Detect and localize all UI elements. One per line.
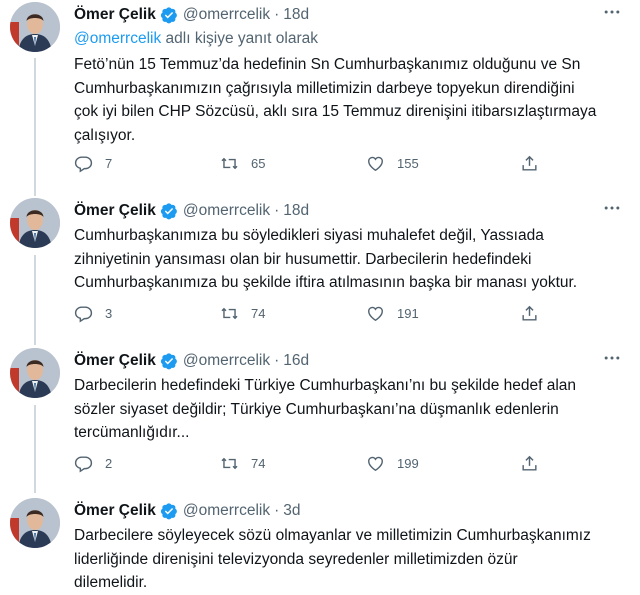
retweet-count: 74 [251,455,266,471]
separator-dot: · [274,352,280,369]
reply-button[interactable]: 7 [74,154,112,173]
author-name[interactable]: Ömer Çelik [74,352,156,370]
tweet-text-line: liderliğinde direnişini televizyonda sey… [74,550,518,568]
retweet-count: 74 [251,305,266,321]
reply-mention-link[interactable]: @omerrcelik [74,30,161,47]
tweet[interactable]: Ömer Çelik @omerrcelik · 16d Darbecileri… [0,346,640,494]
tweet-actions: 2 74 199 [74,452,574,474]
verified-badge-icon [160,353,177,370]
retweet-button[interactable]: 74 [220,304,265,323]
like-count: 199 [397,455,419,471]
tweet-text: Darbecilere söyleyecek sözü olmayanlar v… [74,524,622,595]
like-icon [368,306,383,321]
like-count: 191 [397,305,419,321]
share-icon [522,455,537,471]
retweet-button[interactable]: 65 [220,154,265,173]
separator-dot: · [274,502,280,519]
tweet-text-line: çalışıyor. [74,126,136,144]
share-icon [522,155,537,171]
retweet-button[interactable]: 74 [220,454,265,473]
retweet-icon [221,457,238,469]
share-button[interactable] [520,454,539,473]
author-handle[interactable]: @omerrcelik [183,202,270,220]
verified-badge-icon [160,203,177,220]
reply-icon [74,455,93,472]
tweet-text-line: sözler siyaset değildir; Türkiye Cumhurb… [74,400,559,418]
like-button[interactable]: 199 [366,454,419,473]
like-button[interactable]: 155 [366,154,419,173]
tweet-text-line: Darbecilerin hedefindeki Türkiye Cumhurb… [74,377,577,394]
tweet-text: Cumhurbaşkanımıza bu söyledikleri siyasi… [74,224,622,295]
like-count: 155 [397,155,419,171]
avatar[interactable] [10,498,60,548]
tweet-time[interactable]: 18d [283,202,309,220]
tweet-text-line: dilemelidir. [74,574,148,591]
tweet-text-line: Fetö’nün 15 Temmuz’da hedefinin Sn Cumhu… [74,56,581,73]
author-handle[interactable]: @omerrcelik [183,352,270,370]
avatar[interactable] [10,2,60,52]
tweet[interactable]: Ömer Çelik @omerrcelik · 3d Darbecilere … [0,496,640,593]
tweet-text-line: Cumhurbaşkanımıza bu şekilde iftira atıl… [74,274,578,291]
tweet-time[interactable]: 18d [283,6,309,24]
share-button[interactable] [520,154,539,173]
author-handle[interactable]: @omerrcelik [183,502,270,520]
share-icon [522,305,537,321]
reply-context: @omerrcelik adlı kişiye yanıt olarak [74,30,318,48]
retweet-icon [221,157,238,169]
author-name[interactable]: Ömer Çelik [74,502,156,520]
tweet-time[interactable]: 3d [283,502,300,520]
tweet-text-line: tercümanlığıdır... [74,424,190,441]
tweet-time[interactable]: 16d [283,352,309,370]
more-icon[interactable] [602,348,622,368]
verified-badge-icon [160,503,177,520]
reply-icon [74,155,93,172]
reply-count: 7 [105,155,113,171]
more-icon[interactable] [602,2,622,22]
tweet-text-line: Cumhurbaşkanımızın çağrısıyla milletimiz… [74,79,575,97]
like-button[interactable]: 191 [366,304,419,323]
tweet-text-line: çok iyi bilen CHP Sözcüsü, aklı sıra 15 … [74,103,597,120]
tweet-text-line: Cumhurbaşkanımıza bu söyledikleri siyasi… [74,227,544,244]
tweet-text-line: Darbecilere söyleyecek sözü olmayanlar v… [74,527,591,544]
more-icon[interactable] [602,198,622,218]
reply-count: 2 [105,455,113,471]
separator-dot: · [274,6,280,23]
avatar[interactable] [10,348,60,398]
author-name[interactable]: Ömer Çelik [74,6,156,24]
author-handle[interactable]: @omerrcelik [183,6,270,24]
tweet[interactable]: Ömer Çelik @omerrcelik · 18d @omerrcelik… [0,0,640,190]
like-icon [368,456,383,471]
reply-button[interactable]: 2 [74,454,112,473]
verified-badge-icon [160,7,177,24]
like-icon [368,156,383,171]
reply-button[interactable]: 3 [74,304,112,323]
retweet-count: 65 [251,155,266,171]
reply-context-text: adlı kişiye yanıt olarak [161,30,319,47]
tweet-actions: 7 65 155 [74,152,574,174]
tweet[interactable]: Ömer Çelik @omerrcelik · 18d Cumhurbaşka… [0,196,640,346]
reply-count: 3 [105,305,113,321]
tweet-text-line: zihniyetinin yansıması olan bir husumett… [74,250,532,268]
tweet-text: Fetö’nün 15 Temmuz’da hedefinin Sn Cumhu… [74,53,622,147]
reply-icon [74,305,93,322]
retweet-icon [221,307,238,319]
author-name[interactable]: Ömer Çelik [74,202,156,220]
tweet-text: Darbecilerin hedefindeki Türkiye Cumhurb… [74,374,622,445]
tweet-actions: 3 74 191 [74,302,574,324]
separator-dot: · [274,202,280,219]
avatar[interactable] [10,198,60,248]
share-button[interactable] [520,304,539,323]
